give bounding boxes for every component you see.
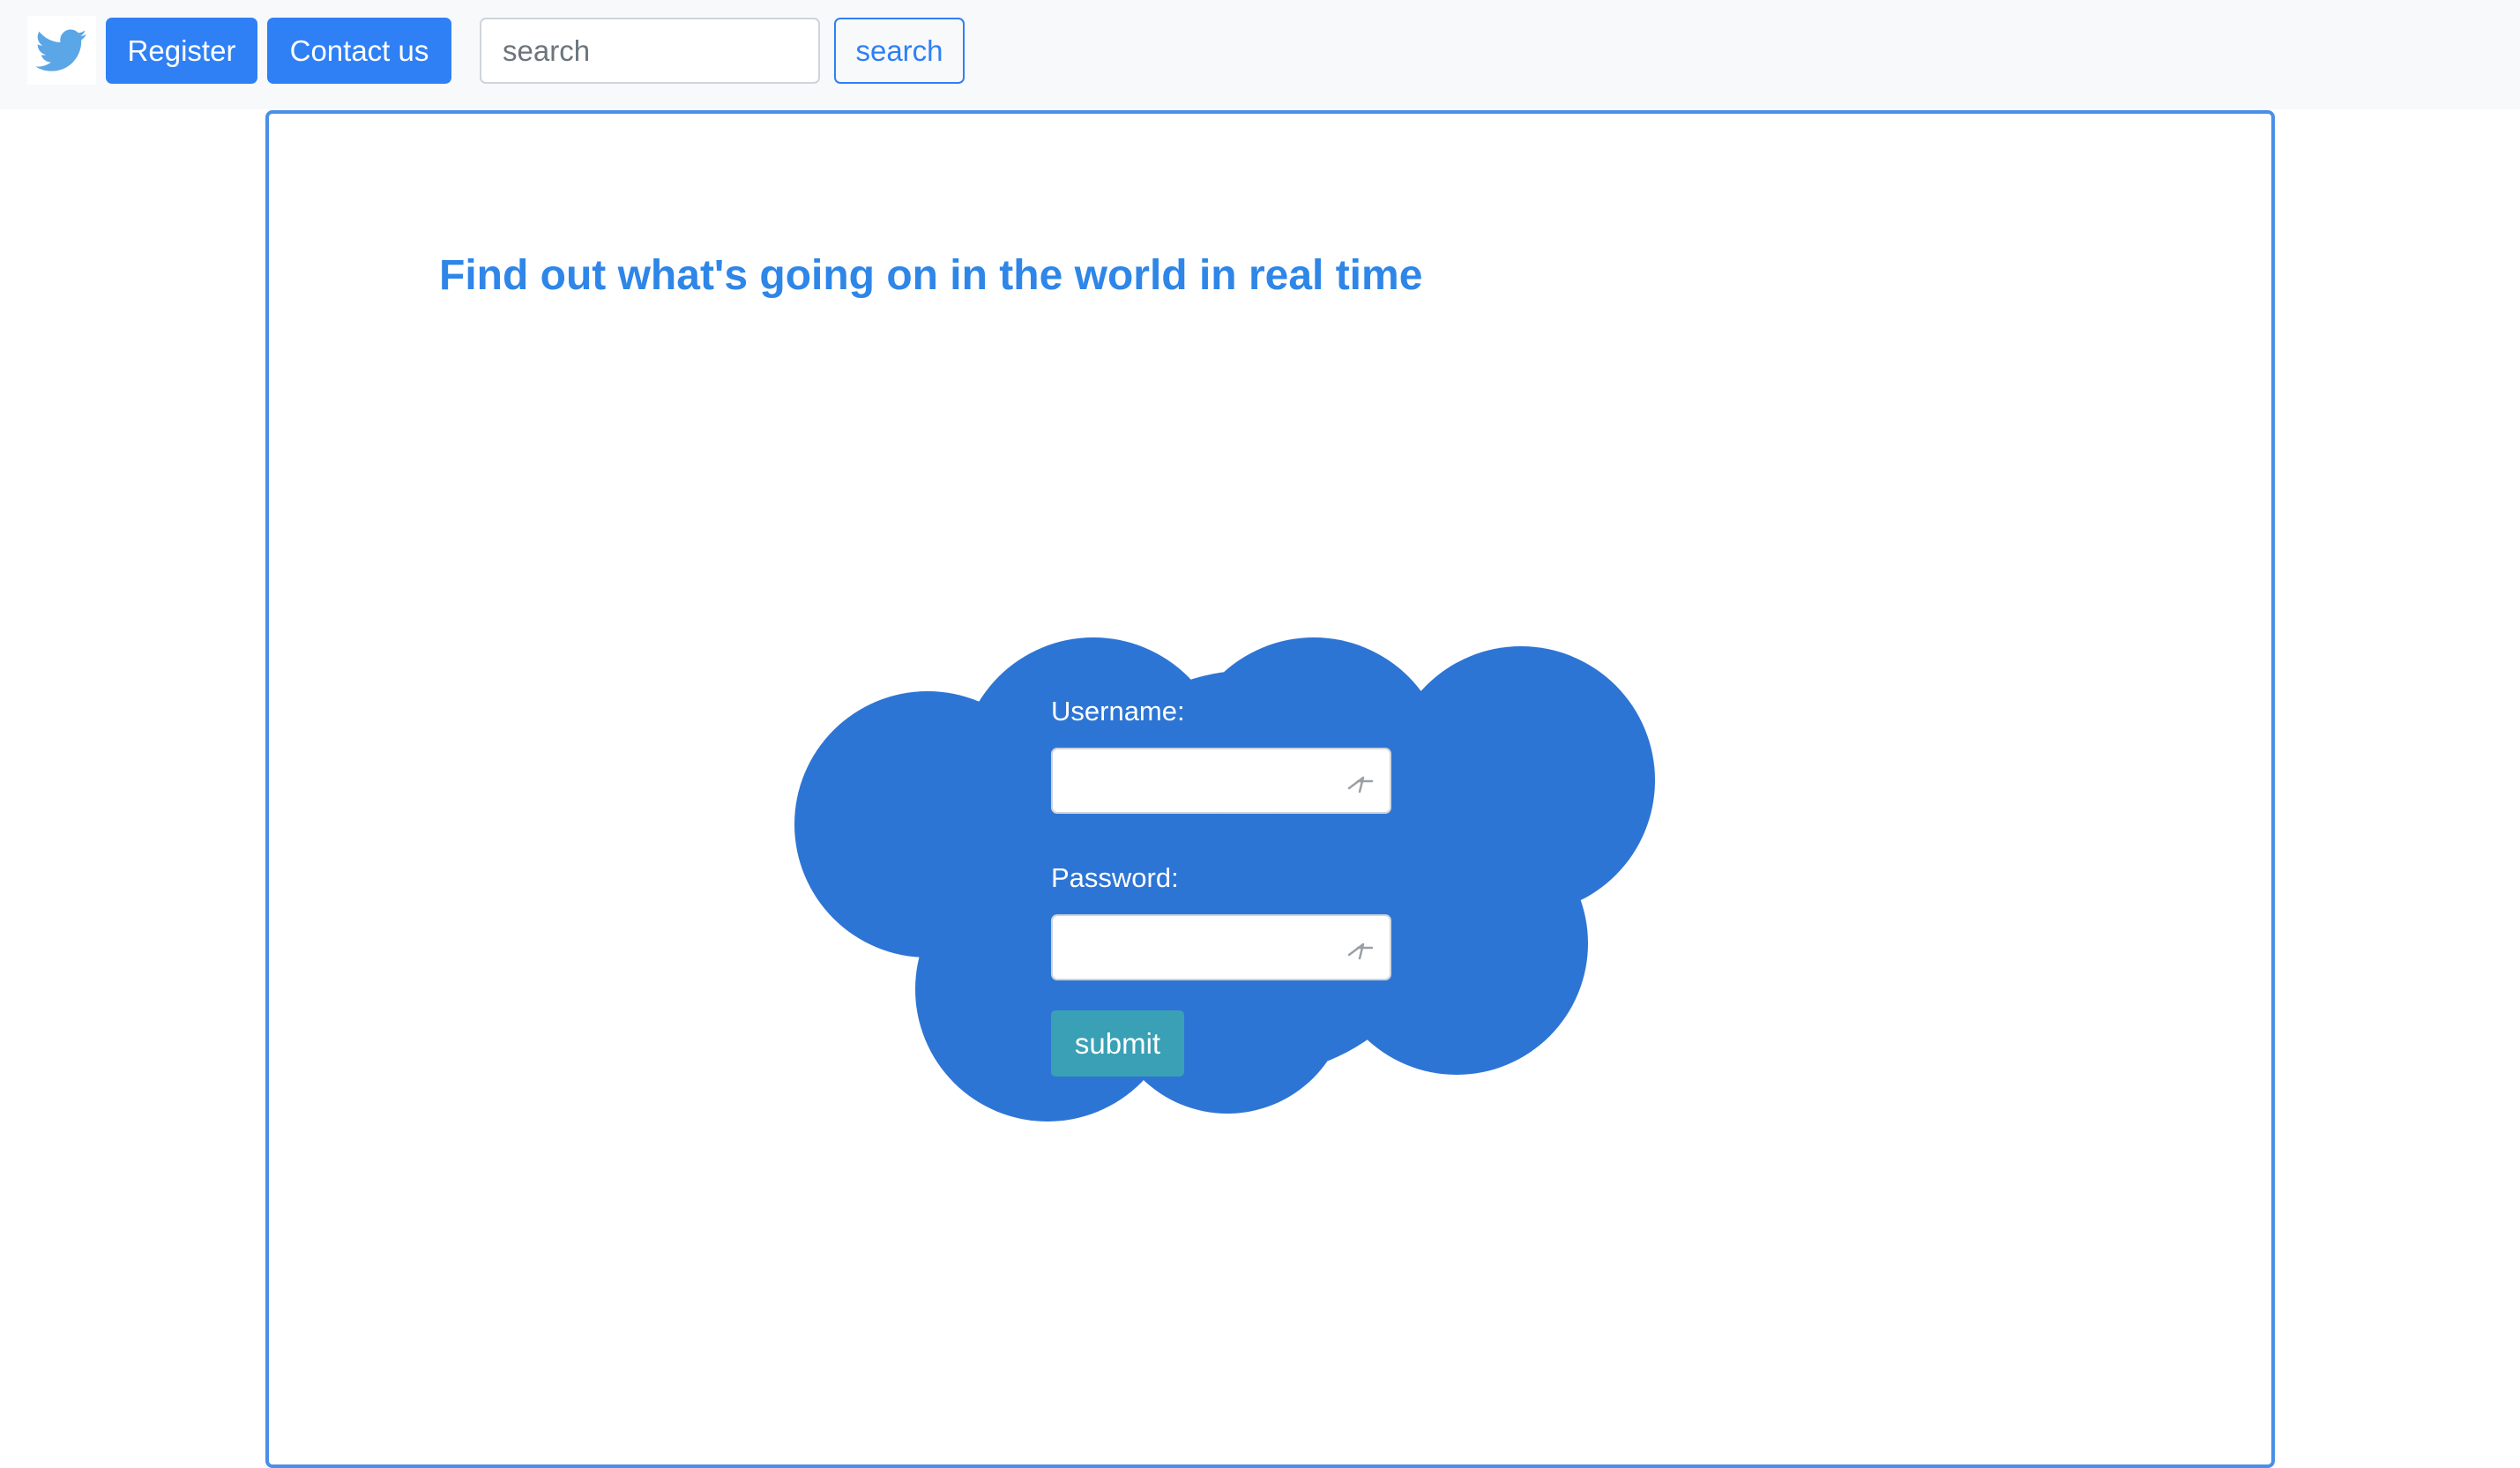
submit-button[interactable]: submit [1051, 1010, 1184, 1077]
password-input[interactable] [1053, 916, 1390, 979]
register-button[interactable]: Register [106, 18, 257, 84]
username-field-wrapper [1051, 748, 1391, 814]
search-input[interactable] [480, 18, 820, 84]
logo[interactable] [27, 16, 96, 85]
key-icon[interactable] [1346, 935, 1379, 962]
username-input[interactable] [1053, 749, 1390, 812]
top-navbar: Register Contact us search [0, 0, 2520, 109]
search-button[interactable]: search [834, 18, 965, 84]
password-field-wrapper [1051, 914, 1391, 980]
password-label: Password: [1051, 862, 1179, 893]
tagline-heading: Find out what's going on in the world in… [439, 252, 1423, 299]
key-icon[interactable] [1346, 769, 1379, 795]
password-group: Password: [1051, 861, 1404, 980]
username-label: Username: [1051, 696, 1185, 727]
contact-us-button[interactable]: Contact us [267, 18, 451, 84]
twitter-bird-icon [36, 29, 87, 71]
login-form: Username: Password: submit [1051, 695, 1404, 1077]
